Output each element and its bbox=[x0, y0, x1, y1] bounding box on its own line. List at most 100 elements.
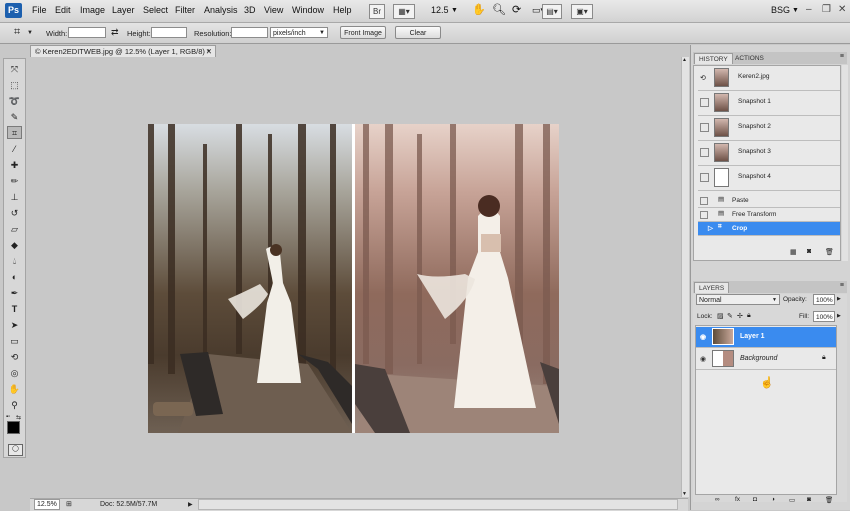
menu-3d[interactable]: 3D bbox=[244, 5, 256, 15]
minimize-icon[interactable]: – bbox=[806, 4, 812, 15]
3d-rotate-tool-icon[interactable]: ⟲ bbox=[7, 351, 22, 364]
tab-actions[interactable]: ACTIONS bbox=[731, 53, 768, 64]
close-icon[interactable]: ✕ bbox=[838, 4, 846, 15]
lock-transparent-icon[interactable]: ▨ bbox=[717, 312, 724, 320]
layer-mask-icon[interactable]: ◘ bbox=[753, 496, 757, 503]
eyedropper-tool-icon[interactable]: ⁄ bbox=[7, 143, 22, 156]
layers-panel-menu-icon[interactable]: ≡ bbox=[840, 282, 844, 289]
menu-window[interactable]: Window bbox=[292, 5, 324, 15]
layer-row[interactable]: ◉ Background 🔒︎ bbox=[696, 349, 836, 370]
quick-selection-tool-icon[interactable]: ✎ bbox=[7, 111, 22, 124]
lock-position-icon[interactable]: ✢ bbox=[737, 312, 743, 320]
history-state-slider-icon[interactable]: ▷ bbox=[708, 224, 713, 232]
history-step-selected[interactable]: ▷ ⌗ Crop bbox=[698, 222, 840, 236]
menu-filter[interactable]: Filter bbox=[175, 5, 195, 15]
swap-dimensions-icon[interactable]: ⇄ bbox=[111, 27, 119, 38]
panel-menu-icon[interactable]: ≡ bbox=[840, 53, 844, 60]
move-tool-icon[interactable]: ⤧ bbox=[7, 63, 22, 76]
opacity-chevron-icon[interactable]: ▶ bbox=[837, 296, 841, 302]
new-layer-icon[interactable]: ◙ bbox=[807, 496, 811, 503]
height-field[interactable] bbox=[151, 27, 187, 38]
history-snapshot[interactable]: ⟲ Keren2.jpg bbox=[698, 66, 840, 91]
workspace-chevron-icon[interactable]: ▼ bbox=[792, 7, 799, 14]
menu-edit[interactable]: Edit bbox=[55, 5, 71, 15]
zoom-field[interactable]: 12.5% bbox=[34, 499, 60, 510]
eraser-tool-icon[interactable]: ▱ bbox=[7, 223, 22, 236]
type-tool-icon[interactable]: T bbox=[7, 303, 22, 316]
zoom-tool-icon[interactable]: ⚲ bbox=[7, 399, 22, 412]
crop-tool-icon[interactable]: ⌗ bbox=[14, 27, 20, 38]
resolution-field[interactable] bbox=[231, 27, 268, 38]
tool-preset-chevron-icon[interactable]: ▼ bbox=[27, 30, 33, 36]
default-colors-icon[interactable]: ▪▫ bbox=[6, 414, 10, 420]
status-info-icon[interactable]: ⊞ bbox=[66, 499, 72, 511]
front-image-button[interactable]: Front Image bbox=[340, 26, 386, 39]
menu-file[interactable]: File bbox=[32, 5, 47, 15]
lasso-tool-icon[interactable]: ➰ bbox=[7, 95, 22, 108]
view-extras-icon[interactable]: ▦▾ bbox=[393, 4, 415, 19]
history-source-checkbox[interactable] bbox=[700, 197, 708, 205]
menu-layer[interactable]: Layer bbox=[112, 5, 135, 15]
healing-brush-tool-icon[interactable]: ✚ bbox=[7, 159, 22, 172]
fill-chevron-icon[interactable]: ▶ bbox=[837, 313, 841, 319]
menu-image[interactable]: Image bbox=[80, 5, 105, 15]
history-snapshot[interactable]: Snapshot 2 bbox=[698, 116, 840, 141]
chevron-down-icon[interactable]: ▼ bbox=[451, 7, 458, 14]
resolution-unit-select[interactable]: pixels/inch ▼ bbox=[270, 27, 328, 38]
layer-name[interactable]: Background bbox=[740, 355, 777, 362]
history-source-checkbox[interactable] bbox=[700, 173, 709, 182]
marquee-tool-icon[interactable]: ⬚ bbox=[7, 79, 22, 92]
tab-history[interactable]: HISTORY bbox=[694, 53, 733, 64]
foreground-color-swatch[interactable] bbox=[7, 421, 20, 434]
swap-colors-icon[interactable]: ⇆ bbox=[16, 414, 21, 421]
new-snapshot-icon[interactable]: ◙ bbox=[807, 248, 811, 255]
menu-select[interactable]: Select bbox=[143, 5, 168, 15]
lock-all-icon[interactable]: 🔒︎ bbox=[747, 312, 751, 320]
history-brush-source-icon[interactable]: ⟲ bbox=[700, 74, 706, 82]
history-step[interactable]: ▤ Free Transform bbox=[698, 208, 840, 222]
layer-style-icon[interactable]: fx bbox=[735, 496, 740, 503]
path-selection-tool-icon[interactable]: ➤ bbox=[7, 319, 22, 332]
history-snapshot[interactable]: Snapshot 4 bbox=[698, 166, 840, 191]
horizontal-scrollbar[interactable] bbox=[198, 499, 678, 510]
workspace-name[interactable]: BSG bbox=[771, 5, 790, 15]
brush-tool-icon[interactable]: ✏ bbox=[7, 175, 22, 188]
new-group-icon[interactable]: ▭ bbox=[789, 496, 795, 504]
history-step[interactable]: ▤ Paste bbox=[698, 194, 840, 208]
vertical-scrollbar[interactable]: ▲ ▼ bbox=[681, 57, 689, 497]
new-document-from-state-icon[interactable]: ▦ bbox=[790, 248, 797, 256]
scroll-down-icon[interactable]: ▼ bbox=[682, 491, 687, 497]
menu-analysis[interactable]: Analysis bbox=[204, 5, 238, 15]
3d-orbit-tool-icon[interactable]: ◎ bbox=[7, 367, 22, 380]
delete-layer-icon[interactable]: 🗑︎ bbox=[825, 496, 833, 504]
history-source-checkbox[interactable] bbox=[700, 123, 709, 132]
history-source-checkbox[interactable] bbox=[700, 98, 709, 107]
link-layers-icon[interactable]: ∞ bbox=[715, 496, 720, 503]
scroll-up-icon[interactable]: ▲ bbox=[682, 57, 687, 63]
eye-icon[interactable]: ◉ bbox=[700, 333, 706, 341]
opacity-field[interactable]: 100% bbox=[813, 294, 835, 305]
bridge-icon[interactable]: Br bbox=[369, 4, 385, 19]
gradient-tool-icon[interactable]: ◆ bbox=[7, 239, 22, 252]
dodge-tool-icon[interactable]: ◐ bbox=[7, 271, 22, 284]
menu-view[interactable]: View bbox=[264, 5, 283, 15]
history-snapshot[interactable]: Snapshot 1 bbox=[698, 91, 840, 116]
restore-icon[interactable]: ❐ bbox=[822, 4, 831, 15]
clone-stamp-tool-icon[interactable]: ⊥ bbox=[7, 191, 22, 204]
quick-mask-icon[interactable]: ◯ bbox=[8, 444, 23, 456]
clear-button[interactable]: Clear bbox=[395, 26, 441, 39]
eye-icon[interactable]: ◉ bbox=[700, 355, 706, 363]
lock-image-icon[interactable]: ✎ bbox=[727, 312, 733, 320]
rotate-view-icon[interactable]: ⟳ bbox=[512, 3, 521, 16]
history-scrollbar[interactable] bbox=[842, 65, 848, 261]
hand-icon[interactable]: ✋ bbox=[472, 3, 486, 16]
history-source-checkbox[interactable] bbox=[700, 148, 709, 157]
menu-help[interactable]: Help bbox=[333, 5, 352, 15]
shape-tool-icon[interactable]: ▭ bbox=[7, 335, 22, 348]
history-source-checkbox[interactable] bbox=[700, 211, 708, 219]
width-field[interactable] bbox=[68, 27, 106, 38]
status-menu-icon[interactable]: ▶ bbox=[188, 499, 193, 511]
fill-field[interactable]: 100% bbox=[813, 311, 835, 322]
screen-mode-icon[interactable]: ▣▾ bbox=[571, 4, 593, 19]
arrange-documents-icon[interactable]: ▤▾ bbox=[542, 4, 562, 19]
